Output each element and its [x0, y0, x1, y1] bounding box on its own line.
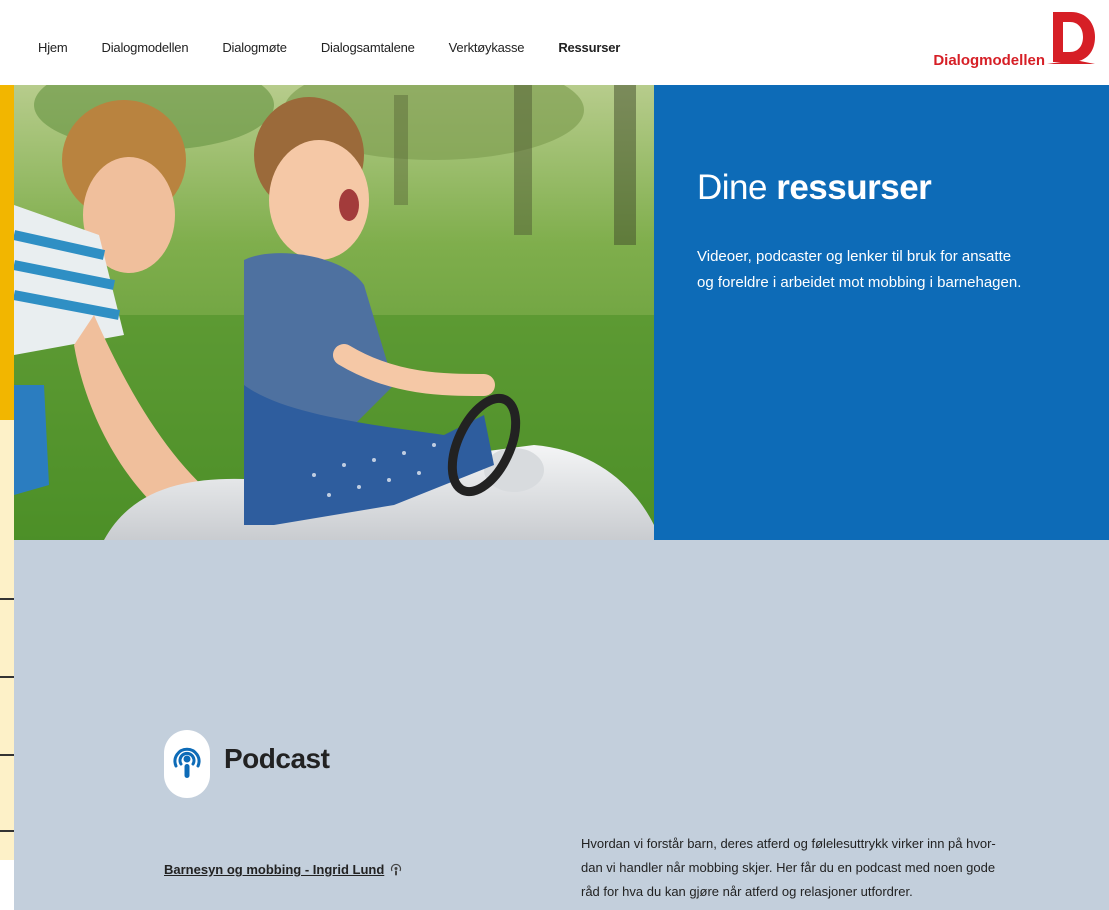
site-logo[interactable]: Dialogmodellen [933, 4, 1103, 74]
podcast-small-icon [391, 863, 402, 875]
nav-item-dialogmodellen[interactable]: Dialogmodellen [102, 40, 189, 55]
main-menu: Hjem Dialogmodellen Dialogmøte Dialogsam… [38, 40, 654, 55]
children-playing-photo [14, 85, 654, 540]
nav-item-verktoykasse[interactable]: Verktøykasse [449, 40, 525, 55]
podcast-icon [173, 747, 201, 778]
accent-strip-yellow [0, 35, 14, 420]
nav-item-ressurser[interactable]: Ressurser [558, 40, 620, 55]
strip-divider [0, 598, 14, 600]
logo-text: Dialogmodellen [933, 52, 1045, 69]
strip-divider [0, 676, 14, 678]
nav-item-dialogsamtalene[interactable]: Dialogsamtalene [321, 40, 415, 55]
podcast-icon-badge [164, 730, 210, 798]
podcast-link-label: Barnesyn og mobbing - Ingrid Lund [164, 862, 385, 877]
left-accent-strip [0, 0, 14, 860]
nav-item-hjem[interactable]: Hjem [38, 40, 68, 55]
dialogmodellen-logo-icon [1047, 12, 1095, 64]
hero-title: Dine ressurser [697, 168, 932, 208]
strip-divider [0, 754, 14, 756]
podcast-description: Hvordan vi forstår barn, deres atferd og… [581, 836, 996, 899]
hero-lead: Videoer, podcaster og lenker til bruk fo… [697, 248, 1022, 291]
nav-item-dialogmote[interactable]: Dialogmøte [222, 40, 287, 55]
podcast-link[interactable]: Barnesyn og mobbing - Ingrid Lund [164, 862, 402, 877]
hero-title-bold: ressurser [776, 168, 932, 207]
accent-strip-pale [0, 420, 14, 860]
hero-title-light: Dine [697, 168, 767, 207]
top-navigation: Hjem Dialogmodellen Dialogmøte Dialogsam… [0, 0, 1109, 85]
strip-divider [0, 830, 14, 832]
podcast-heading: Podcast [224, 743, 330, 774]
